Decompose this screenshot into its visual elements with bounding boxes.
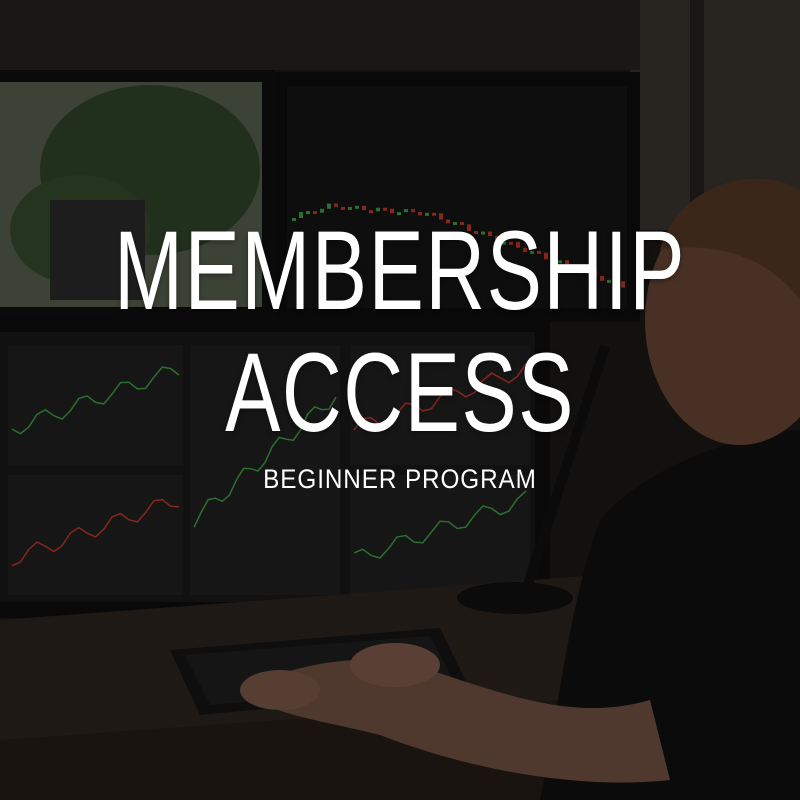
banner-text: MEMBERSHIP ACCESS BEGINNER PROGRAM <box>0 208 800 495</box>
subtitle-beginner-program: BEGINNER PROGRAM <box>263 464 537 494</box>
title-access: ACCESS <box>225 330 575 455</box>
title-membership: MEMBERSHIP <box>113 208 687 333</box>
membership-banner: MEMBERSHIP ACCESS BEGINNER PROGRAM <box>0 0 800 800</box>
